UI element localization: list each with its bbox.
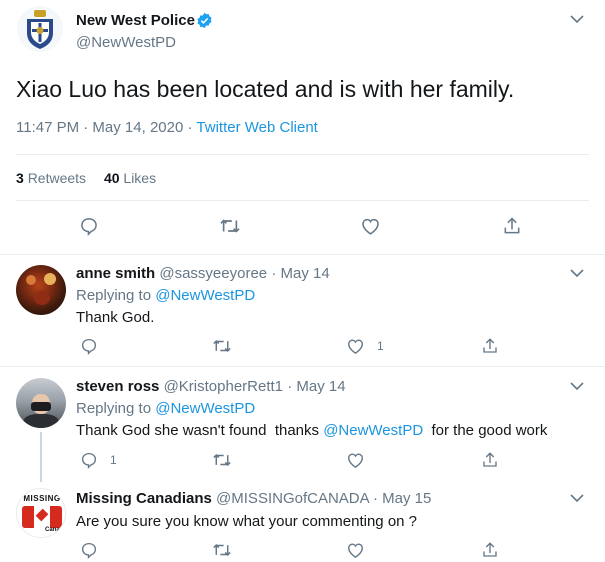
reply-text-start: Thank God she wasn't found thanks <box>76 422 320 439</box>
reply-icon <box>81 542 97 559</box>
like-button[interactable] <box>346 541 365 559</box>
reply-icon <box>81 338 97 355</box>
like-count: 1 <box>377 339 384 353</box>
reply-date[interactable]: · May 14 <box>271 265 329 282</box>
reply-text: Thank God. <box>76 309 155 326</box>
replying-mention[interactable]: @NewWestPD <box>155 287 255 304</box>
replying-to: Replying to @NewWestPD <box>76 287 255 304</box>
retweet-button[interactable] <box>212 541 232 559</box>
share-button[interactable] <box>481 451 499 469</box>
share-button[interactable] <box>502 216 522 236</box>
retweet-button[interactable] <box>212 337 232 355</box>
reply-author-name[interactable]: Missing Canadians <box>76 490 212 507</box>
like-button[interactable]: 1 <box>346 337 384 355</box>
retweet-icon <box>213 340 231 352</box>
reply-author-handle[interactable]: @sassyeeyoree <box>159 265 267 282</box>
tweet-client[interactable]: Twitter Web Client <box>196 119 317 136</box>
reply-author-name[interactable]: steven ross <box>76 378 159 395</box>
missing-canadians-avatar[interactable]: MISSING Cana <box>16 488 66 538</box>
reply-text-end: for the good work <box>431 422 548 439</box>
engagement-stats: 3 Retweets 40 Likes <box>16 170 156 186</box>
author-name[interactable]: New West Police <box>76 12 195 29</box>
chevron-down-icon[interactable] <box>570 493 584 503</box>
reply-text: Are you sure you know what your commenti… <box>76 513 418 530</box>
reply-button[interactable]: 1 <box>80 451 117 469</box>
retweets-stat[interactable]: 3 Retweets <box>16 170 90 186</box>
chevron-down-icon[interactable] <box>570 268 584 278</box>
reply-author-handle[interactable]: @MISSINGofCANADA <box>216 490 369 507</box>
police-crest-icon <box>17 6 63 52</box>
replying-label: Replying to <box>76 400 152 417</box>
reply-button[interactable] <box>80 541 98 559</box>
avatar-logo-text: MISSING <box>23 494 61 503</box>
divider <box>16 154 589 155</box>
divider <box>0 366 605 367</box>
reply-header: anne smith @sassyeeyoree · May 14 <box>76 265 330 282</box>
retweet-icon <box>213 544 231 556</box>
tweet-text: Xiao Luo has been located and is with he… <box>16 76 515 102</box>
chevron-down-icon[interactable] <box>570 14 584 24</box>
meta-separator: · <box>187 119 193 136</box>
like-button[interactable] <box>360 216 381 236</box>
replying-mention[interactable]: @NewWestPD <box>155 400 255 417</box>
share-icon <box>504 217 520 234</box>
likes-label: Likes <box>123 170 157 186</box>
like-icon <box>348 339 363 354</box>
verified-badge-icon <box>196 12 213 29</box>
tweet-meta: 11:47 PM · May 14, 2020 · Twitter Web Cl… <box>16 119 318 136</box>
reply-button[interactable] <box>80 337 98 355</box>
share-icon <box>483 542 497 557</box>
share-icon <box>483 338 497 353</box>
like-icon <box>348 543 363 558</box>
new-west-police-avatar[interactable] <box>16 5 64 53</box>
author-handle[interactable]: @NewWestPD <box>76 34 176 51</box>
reply-header: Missing Canadians @MISSINGofCANADA · May… <box>76 490 431 507</box>
replying-label: Replying to <box>76 287 152 304</box>
reply-count: 1 <box>110 453 117 467</box>
reply-author-handle[interactable]: @KristopherRett1 <box>164 378 283 395</box>
tweet-time[interactable]: 11:47 PM · May 14, 2020 <box>16 119 183 136</box>
reply-text-mention[interactable]: @NewWestPD <box>323 422 423 439</box>
avatar-logo-subtext: Cana <box>45 527 60 533</box>
reply-header: steven ross @KristopherRett1 · May 14 <box>76 378 346 395</box>
share-button[interactable] <box>481 541 499 559</box>
anne-smith-avatar[interactable] <box>16 265 66 315</box>
thread-line <box>40 432 42 482</box>
like-icon <box>362 218 379 235</box>
reply-date[interactable]: · May 15 <box>373 490 431 507</box>
share-icon <box>483 452 497 467</box>
reply-author-name[interactable]: anne smith <box>76 265 155 282</box>
divider <box>16 200 589 201</box>
like-icon <box>348 453 363 468</box>
reply-date[interactable]: · May 14 <box>287 378 345 395</box>
retweet-icon <box>220 219 240 233</box>
retweets-count: 3 <box>16 170 24 186</box>
chevron-down-icon[interactable] <box>570 381 584 391</box>
retweet-button[interactable] <box>212 451 232 469</box>
reply-icon <box>81 218 97 236</box>
reply-icon <box>81 452 97 469</box>
replying-to: Replying to @NewWestPD <box>76 400 255 417</box>
retweet-button[interactable] <box>219 216 241 236</box>
reply-button[interactable] <box>79 216 99 236</box>
reply-text: Thank God she wasn't found thanks @NewWe… <box>76 422 547 439</box>
likes-stat[interactable]: 40 Likes <box>104 170 156 186</box>
steven-ross-avatar[interactable] <box>16 378 66 428</box>
divider <box>0 254 605 255</box>
likes-count: 40 <box>103 170 120 186</box>
like-button[interactable] <box>346 451 365 469</box>
share-button[interactable] <box>481 337 499 355</box>
retweet-icon <box>213 454 231 466</box>
retweets-label: Retweets <box>27 170 87 186</box>
